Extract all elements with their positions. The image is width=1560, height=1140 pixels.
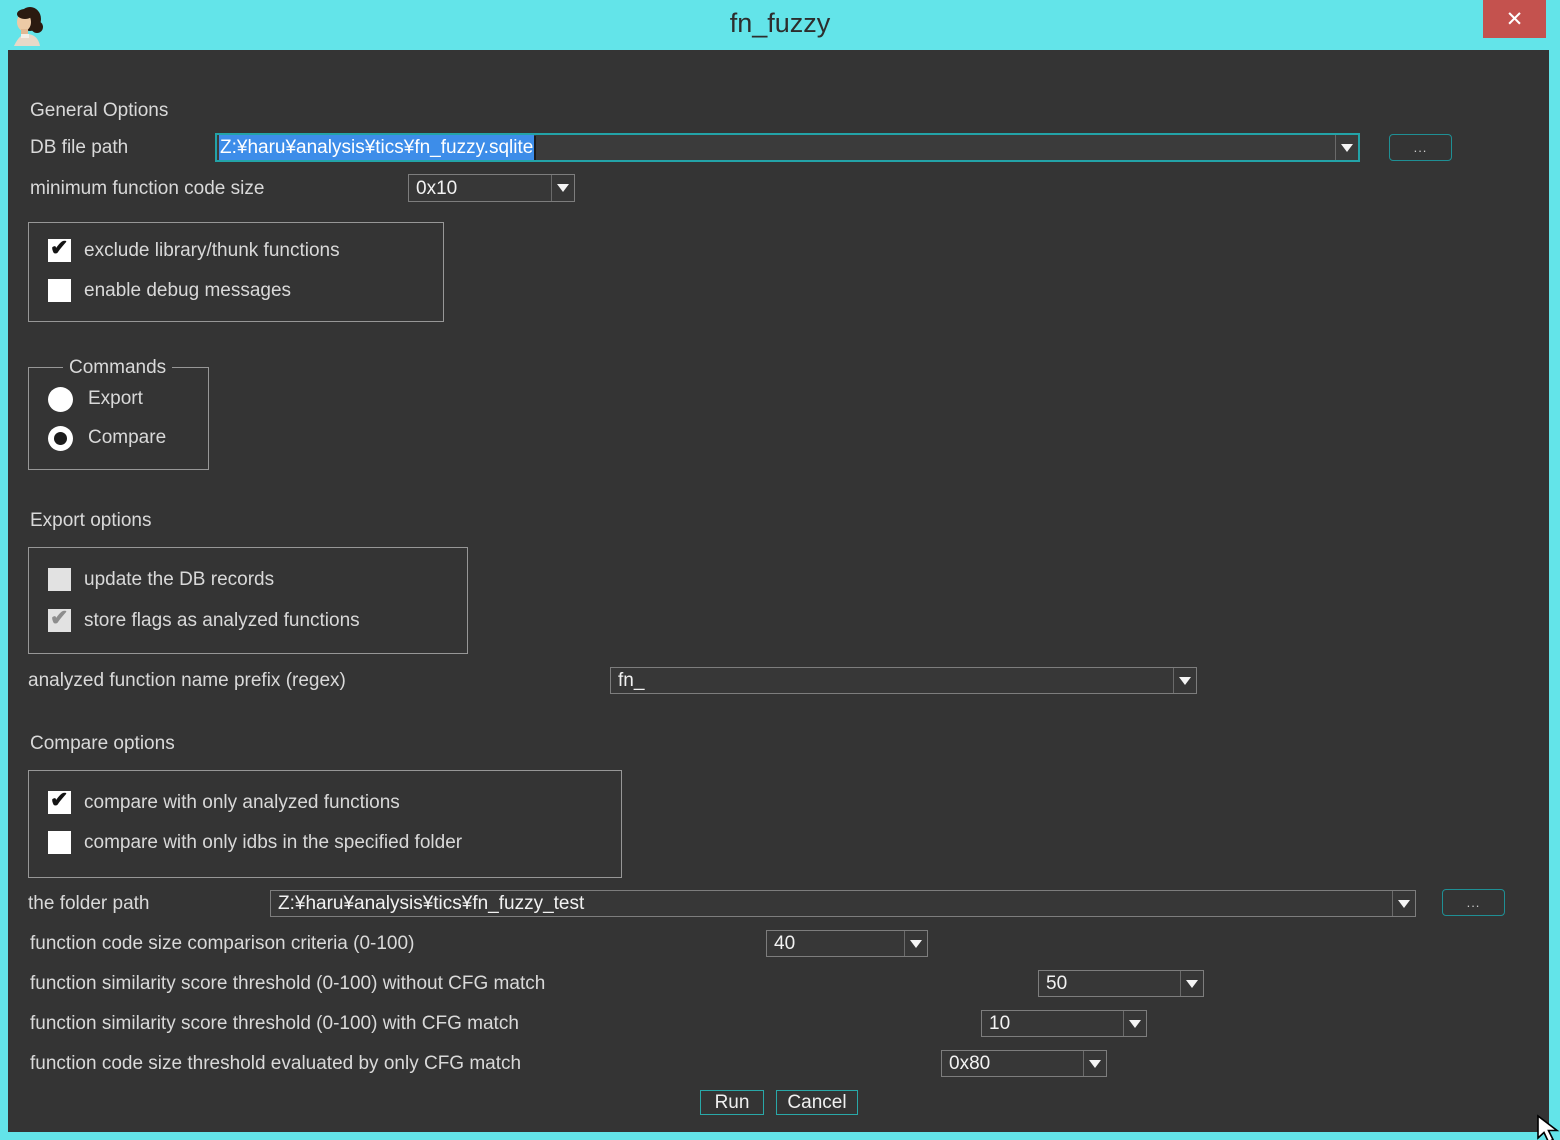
close-icon: ✕: [1506, 9, 1524, 30]
prefix-label: analyzed function name prefix (regex): [28, 667, 346, 694]
radio-compare[interactable]: [48, 426, 73, 451]
prefix-value: fn_: [611, 668, 1173, 693]
text-caret: [534, 136, 536, 160]
checkbox-update-db-records: [48, 568, 71, 591]
commands-group: Commands: [28, 367, 209, 470]
criteria-value: 0x80: [942, 1051, 1083, 1076]
window-title: fn_fuzzy: [0, 8, 1560, 39]
min-code-size-label: minimum function code size: [30, 175, 264, 202]
radio-label: Export: [88, 386, 143, 412]
criteria-label: function code size comparison criteria (…: [30, 930, 414, 957]
criteria-value: 40: [767, 931, 904, 956]
checkbox-label: store flags as analyzed functions: [84, 609, 360, 632]
chevron-down-icon: [1179, 677, 1191, 685]
criteria-label: function similarity score threshold (0-1…: [30, 1010, 519, 1037]
criteria-combobox-score-with-cfg[interactable]: 10: [981, 1010, 1147, 1037]
db-file-path-combobox[interactable]: Z:¥haru¥analysis¥tics¥fn_fuzzy.sqlite: [215, 133, 1360, 162]
criteria-dropdown[interactable]: [904, 931, 927, 956]
chevron-down-icon: [1341, 144, 1353, 152]
criteria-combobox-cfg-threshold[interactable]: 0x80: [941, 1050, 1107, 1077]
folder-path-browse-button[interactable]: ...: [1442, 889, 1505, 916]
criteria-combobox-code-size[interactable]: 40: [766, 930, 928, 957]
cancel-button[interactable]: Cancel: [776, 1090, 858, 1115]
section-general-options: General Options: [30, 97, 168, 124]
title-bar: fn_fuzzy ✕: [0, 0, 1560, 50]
folder-path-dropdown[interactable]: [1392, 891, 1415, 916]
checkbox-compare-idbs-folder[interactable]: [48, 831, 71, 854]
criteria-combobox-score-without-cfg[interactable]: 50: [1038, 970, 1204, 997]
selected-text: Z:¥haru¥analysis¥tics¥fn_fuzzy.sqlite: [219, 135, 534, 160]
checkbox-store-flags: [48, 609, 71, 632]
folder-path-value: Z:¥haru¥analysis¥tics¥fn_fuzzy_test: [271, 891, 1392, 916]
criteria-value: 10: [982, 1011, 1123, 1036]
chevron-down-icon: [1398, 900, 1410, 908]
prefix-combobox[interactable]: fn_: [610, 667, 1197, 694]
min-code-size-combobox[interactable]: 0x10: [408, 174, 575, 202]
db-file-path-browse-button[interactable]: ...: [1389, 134, 1452, 161]
criteria-label: function code size threshold evaluated b…: [30, 1050, 521, 1077]
min-code-size-dropdown[interactable]: [551, 175, 574, 201]
min-code-size-value: 0x10: [409, 175, 551, 201]
radio-label: Compare: [88, 425, 166, 451]
export-checkbox-group: [28, 547, 468, 654]
checkbox-exclude-library-thunk[interactable]: [48, 239, 71, 262]
criteria-value: 50: [1039, 971, 1180, 996]
db-file-path-dropdown[interactable]: [1335, 135, 1358, 160]
folder-path-label: the folder path: [28, 890, 149, 917]
checkbox-label: update the DB records: [84, 568, 274, 591]
checkbox-compare-analyzed-only[interactable]: [48, 791, 71, 814]
compare-checkbox-group: [28, 770, 622, 878]
criteria-dropdown[interactable]: [1180, 971, 1203, 996]
db-file-path-label: DB file path: [30, 134, 128, 161]
chevron-down-icon: [1186, 980, 1198, 988]
db-file-path-value: Z:¥haru¥analysis¥tics¥fn_fuzzy.sqlite: [217, 135, 1335, 160]
chevron-down-icon: [1129, 1020, 1141, 1028]
chevron-down-icon: [557, 184, 569, 192]
checkbox-label: compare with only idbs in the specified …: [84, 831, 462, 854]
chevron-down-icon: [910, 940, 922, 948]
close-button[interactable]: ✕: [1483, 0, 1546, 38]
mouse-cursor: [1536, 1114, 1560, 1140]
criteria-dropdown[interactable]: [1123, 1011, 1146, 1036]
section-compare-options: Compare options: [30, 730, 175, 757]
checkbox-label: exclude library/thunk functions: [84, 239, 340, 262]
section-export-options: Export options: [30, 507, 151, 534]
run-button[interactable]: Run: [700, 1090, 764, 1115]
criteria-label: function similarity score threshold (0-1…: [30, 970, 545, 997]
checkbox-label: compare with only analyzed functions: [84, 791, 400, 814]
folder-path-combobox[interactable]: Z:¥haru¥analysis¥tics¥fn_fuzzy_test: [270, 890, 1416, 917]
criteria-dropdown[interactable]: [1083, 1051, 1106, 1076]
general-checkbox-group: [28, 222, 444, 322]
radio-export[interactable]: [48, 387, 73, 412]
checkbox-label: enable debug messages: [84, 279, 291, 302]
dialog-window: fn_fuzzy ✕ General Options DB file path …: [0, 0, 1560, 1140]
prefix-dropdown[interactable]: [1173, 668, 1196, 693]
commands-legend: Commands: [63, 354, 172, 381]
chevron-down-icon: [1089, 1060, 1101, 1068]
checkbox-enable-debug[interactable]: [48, 279, 71, 302]
